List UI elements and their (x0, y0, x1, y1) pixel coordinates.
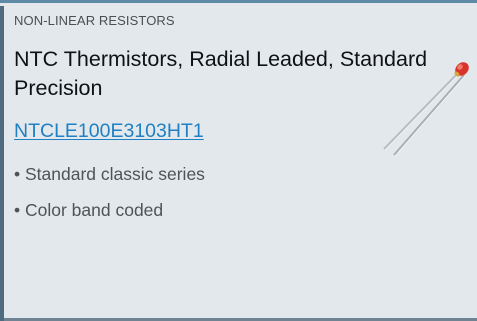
product-card: NON-LINEAR RESISTORS NTC Thermistors, Ra… (0, 0, 477, 321)
feature-list: • Standard classic series • Color band c… (14, 163, 205, 235)
feature-item: • Color band coded (14, 200, 164, 220)
feature-item: • Standard classic series (14, 164, 205, 184)
card-left-edge (0, 6, 4, 321)
category-label: NON-LINEAR RESISTORS (14, 13, 175, 28)
part-number-link[interactable]: NTCLE100E3103HT1 (14, 120, 204, 143)
radial-leaded-thermistor-icon (383, 62, 469, 157)
product-title: NTC Thermistors, Radial Leaded, Standard… (14, 47, 428, 100)
